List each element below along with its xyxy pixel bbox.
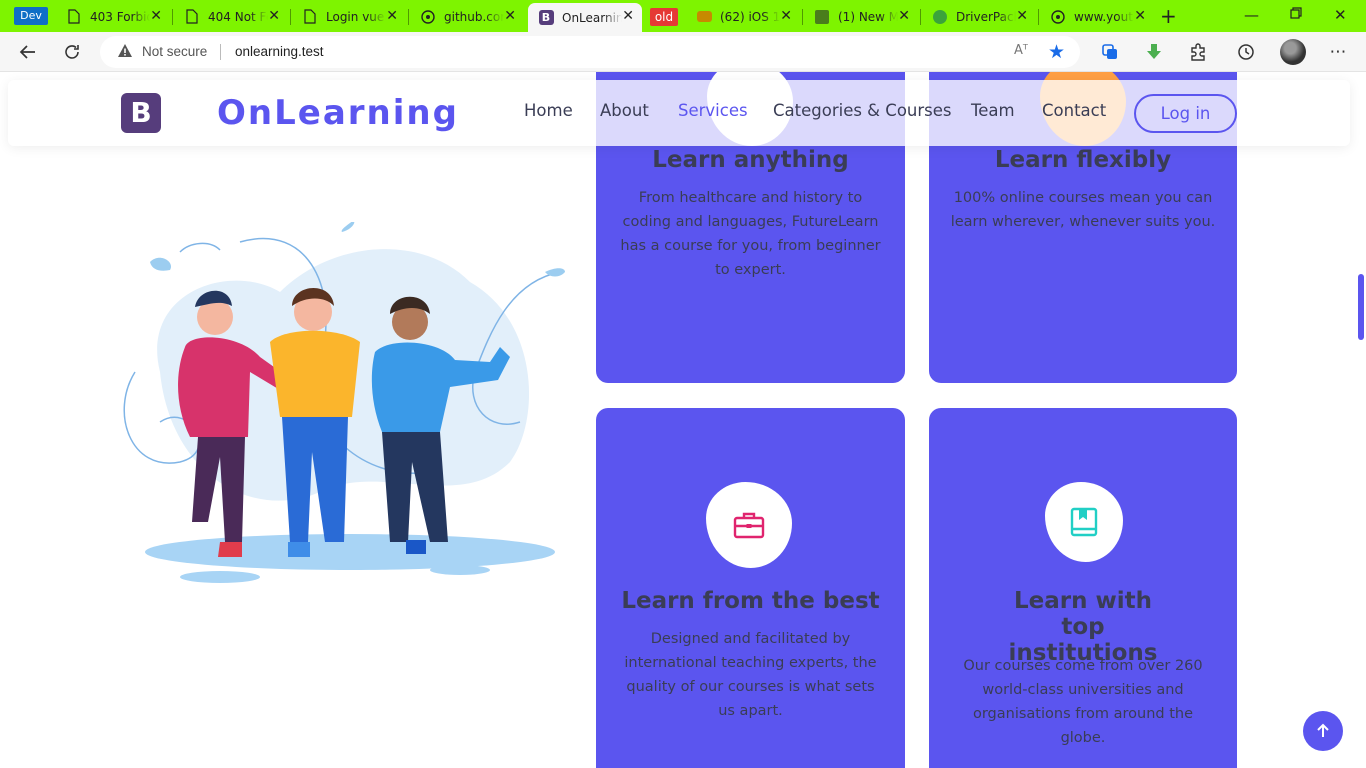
collections-icon[interactable]: [1098, 40, 1122, 64]
tab-title: www.yout: [1074, 9, 1133, 24]
page-icon: [302, 9, 318, 25]
brand-logo[interactable]: B: [121, 93, 161, 133]
restore-icon[interactable]: [1290, 5, 1302, 23]
tab-403[interactable]: 403 Forbidden ✕: [56, 3, 170, 30]
tab-new-m[interactable]: (1) New M ✕: [804, 3, 918, 30]
tab-title: (1) New M: [838, 9, 898, 24]
refresh-icon[interactable]: [60, 40, 84, 64]
tab-title: DriverPack: [956, 9, 1016, 24]
site-navbar: B OnLearning Home About Services Categor…: [8, 80, 1350, 146]
tab-login-vue[interactable]: Login vue ✕: [292, 3, 406, 30]
driverpack-icon: [932, 9, 948, 25]
profile-avatar[interactable]: [1280, 39, 1306, 65]
github-icon: [420, 9, 436, 25]
tab-title: OnLearning: [562, 10, 622, 25]
security-status[interactable]: Not secure: [142, 44, 207, 59]
book-icon: [1045, 482, 1123, 562]
close-window-icon[interactable]: ✕: [1334, 6, 1347, 24]
tab-github[interactable]: github.com ✕: [410, 3, 524, 30]
feature-description: Designed and facilitated by internationa…: [624, 631, 877, 719]
close-icon[interactable]: ✕: [780, 8, 792, 24]
browser-tab-strip: Dev 403 Forbidden ✕ 404 Not Found ✕ Logi…: [0, 0, 1366, 32]
nav-team[interactable]: Team: [971, 101, 1015, 120]
feature-description: From healthcare and history to coding an…: [620, 190, 881, 278]
brand-name[interactable]: OnLearning: [217, 93, 459, 133]
page-icon: [184, 9, 200, 25]
tab-old[interactable]: old: [646, 3, 686, 30]
bootstrap-icon: B: [538, 10, 554, 26]
students-illustration: [123, 222, 565, 583]
tab-404[interactable]: 404 Not Found ✕: [174, 3, 288, 30]
more-options-icon[interactable]: ⋯: [1326, 40, 1350, 64]
tab-youtube[interactable]: (62) iOS 1 ✕: [686, 3, 800, 30]
close-icon[interactable]: ✕: [150, 8, 162, 24]
nav-home[interactable]: Home: [524, 101, 573, 120]
page-viewport: Learn anything From healthcare and histo…: [0, 72, 1366, 768]
address-bar[interactable]: Not secure onlearning.test Aᵀ ★: [100, 36, 1080, 68]
arrow-up-icon: [1317, 723, 1329, 737]
old-badge: old: [650, 7, 678, 26]
close-icon[interactable]: ✕: [622, 8, 634, 24]
close-icon[interactable]: ✕: [1134, 8, 1146, 24]
page-scrollbar[interactable]: [1356, 72, 1366, 768]
feature-description: Our courses come from over 260 world-cla…: [963, 658, 1203, 746]
nav-about[interactable]: About: [600, 101, 649, 120]
extensions-icon[interactable]: [1186, 40, 1210, 64]
read-aloud-icon[interactable]: Aᵀ: [1014, 43, 1028, 58]
nvidia-icon: [814, 9, 830, 25]
tab-www-yout[interactable]: www.yout ✕: [1040, 3, 1154, 30]
github-icon: [1050, 9, 1066, 25]
nav-services[interactable]: Services: [678, 101, 748, 120]
briefcase-icon: [706, 482, 792, 568]
page-icon: [66, 9, 82, 25]
feature-title: Learn from the best: [621, 588, 880, 614]
feature-title: Learn anything: [652, 147, 849, 173]
feature-card: Learn with top institutions Our courses …: [929, 408, 1237, 768]
login-button[interactable]: Log in: [1134, 94, 1237, 133]
dev-channel-badge: Dev: [14, 7, 48, 25]
tab-title: github.com: [444, 9, 504, 24]
scrollbar-thumb[interactable]: [1358, 274, 1364, 340]
url-text[interactable]: onlearning.test: [235, 44, 324, 59]
tab-driverpack[interactable]: DriverPack ✕: [922, 3, 1036, 30]
close-icon[interactable]: ✕: [1016, 8, 1028, 24]
minimize-icon[interactable]: —: [1244, 6, 1259, 24]
feature-description: 100% online courses mean you can learn w…: [950, 190, 1216, 230]
back-to-top-button[interactable]: [1303, 711, 1343, 751]
browser-toolbar: Not secure onlearning.test Aᵀ ★ ⋯: [0, 32, 1366, 72]
nav-contact[interactable]: Contact: [1042, 101, 1106, 120]
tab-title: (62) iOS 1: [720, 9, 780, 24]
tab-title: 404 Not Found: [208, 9, 268, 24]
new-tab-button[interactable]: +: [1160, 4, 1177, 28]
feature-title: Learn flexibly: [994, 147, 1172, 173]
tab-title: 403 Forbidden: [90, 9, 150, 24]
close-icon[interactable]: ✕: [898, 8, 910, 24]
download-extension-icon[interactable]: [1142, 40, 1166, 64]
close-icon[interactable]: ✕: [504, 8, 516, 24]
favorite-star-icon[interactable]: ★: [1048, 41, 1065, 63]
close-icon[interactable]: ✕: [268, 8, 280, 24]
youtube-icon: [696, 9, 712, 25]
nav-categories-courses[interactable]: Categories & Courses: [773, 101, 952, 120]
tab-title: Login vue: [326, 9, 385, 24]
warning-icon[interactable]: [117, 43, 133, 59]
close-icon[interactable]: ✕: [386, 8, 398, 24]
history-icon[interactable]: [1234, 40, 1258, 64]
feature-card: Learn from the best Designed and facilit…: [596, 408, 905, 768]
back-icon[interactable]: [16, 40, 40, 64]
tab-onlearning[interactable]: B OnLearning ✕: [528, 3, 642, 32]
